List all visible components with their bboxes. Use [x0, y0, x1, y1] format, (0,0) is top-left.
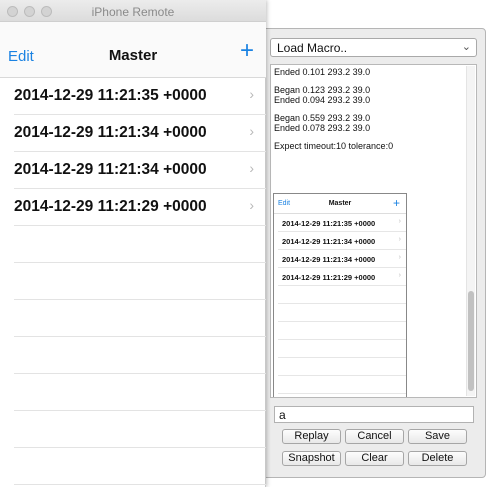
empty-row	[14, 226, 266, 263]
list-item[interactable]: 2014-12-29 11:21:34 +0000 ›	[14, 115, 266, 152]
snapshot-empty-row	[278, 376, 406, 394]
snapshot-button[interactable]: Snapshot	[282, 451, 341, 466]
replay-button[interactable]: Replay	[282, 429, 341, 444]
cancel-button[interactable]: Cancel	[345, 429, 404, 444]
snapshot-list: 2014-12-29 11:21:35 +0000 › 2014-12-29 1…	[274, 214, 406, 397]
empty-row	[14, 448, 266, 485]
empty-row	[14, 300, 266, 337]
log-scrollbar[interactable]	[466, 66, 475, 396]
chevron-right-icon: ›	[398, 272, 401, 279]
chevron-right-icon: ›	[398, 218, 401, 225]
snapshot-row-label: 2014-12-29 11:21:34 +0000	[282, 237, 376, 246]
chevron-right-icon: ›	[249, 86, 254, 102]
save-button[interactable]: Save	[408, 429, 467, 444]
snapshot-empty-row	[278, 394, 406, 397]
snapshot-title: Master	[328, 200, 352, 207]
list-item-label: 2014-12-29 11:21:35 +0000	[14, 87, 207, 104]
snapshot-add-icon: +	[392, 196, 400, 210]
log-line: Expect timeout:10 tolerance:0	[274, 141, 394, 151]
snapshot-row-label: 2014-12-29 11:21:35 +0000	[282, 219, 376, 228]
load-macro-select[interactable]: Load Macro.. ⌄	[270, 38, 477, 57]
clear-button[interactable]: Clear	[345, 451, 404, 466]
chevron-right-icon: ›	[249, 160, 254, 176]
snapshot-empty-row	[278, 358, 406, 376]
empty-row	[14, 411, 266, 448]
add-icon[interactable]: +	[240, 39, 254, 63]
snapshot-row: 2014-12-29 11:21:34 +0000 ›	[278, 250, 406, 268]
window-title: iPhone Remote	[91, 5, 175, 19]
list-item-label: 2014-12-29 11:21:34 +0000	[14, 124, 207, 141]
chevron-down-icon: ⌄	[461, 41, 471, 53]
log-line: Ended 0.078 293.2 39.0	[274, 123, 371, 133]
empty-row	[14, 263, 266, 300]
snapshot-row: 2014-12-29 11:21:29 +0000 ›	[278, 268, 406, 286]
snapshot-empty-row	[278, 286, 406, 304]
snapshot-nav-bar: Edit Master +	[274, 194, 406, 214]
snapshot-row-label: 2014-12-29 11:21:34 +0000	[282, 255, 376, 264]
snapshot-image: Edit Master + 2014-12-29 11:21:35 +0000 …	[273, 193, 407, 397]
delete-button[interactable]: Delete	[408, 451, 467, 466]
log-line: Began 0.559 293.2 39.0	[274, 113, 371, 123]
chevron-right-icon: ›	[249, 197, 254, 213]
log-line: Ended 0.101 293.2 39.0	[274, 67, 371, 77]
title-bar: iPhone Remote	[0, 0, 266, 22]
list-item[interactable]: 2014-12-29 11:21:34 +0000 ›	[14, 152, 266, 189]
chevron-right-icon: ›	[398, 236, 401, 243]
command-input[interactable]	[274, 406, 474, 423]
log-line: Ended 0.094 293.2 39.0	[274, 95, 371, 105]
nav-title: Master	[108, 47, 158, 64]
snapshot-row: 2014-12-29 11:21:34 +0000 ›	[278, 232, 406, 250]
snapshot-empty-row	[278, 304, 406, 322]
iphone-remote-window: iPhone Remote Edit Master + 2014-12-29 1…	[0, 0, 266, 487]
empty-row	[14, 374, 266, 411]
empty-row	[14, 337, 266, 374]
navigation-bar: Edit Master +	[0, 22, 266, 78]
chevron-right-icon: ›	[249, 123, 254, 139]
master-list: 2014-12-29 11:21:35 +0000 › 2014-12-29 1…	[0, 78, 266, 485]
log-view[interactable]: Ended 0.101 293.2 39.0 Began 0.123 293.2…	[270, 64, 477, 398]
list-item[interactable]: 2014-12-29 11:21:29 +0000 ›	[14, 189, 266, 226]
snapshot-row: 2014-12-29 11:21:35 +0000 ›	[278, 214, 406, 232]
macro-panel-window: Load Macro.. ⌄ Ended 0.101 293.2 39.0 Be…	[260, 28, 486, 478]
snapshot-row-label: 2014-12-29 11:21:29 +0000	[282, 273, 376, 282]
log-line: Began 0.123 293.2 39.0	[274, 85, 371, 95]
list-item[interactable]: 2014-12-29 11:21:35 +0000 ›	[14, 78, 266, 115]
log-scrollbar-thumb[interactable]	[468, 291, 474, 391]
load-macro-select-value: Load Macro..	[277, 41, 348, 55]
chevron-right-icon: ›	[398, 254, 401, 261]
list-item-label: 2014-12-29 11:21:29 +0000	[14, 198, 207, 215]
snapshot-empty-row	[278, 322, 406, 340]
snapshot-empty-row	[278, 340, 406, 358]
list-item-label: 2014-12-29 11:21:34 +0000	[14, 161, 207, 178]
